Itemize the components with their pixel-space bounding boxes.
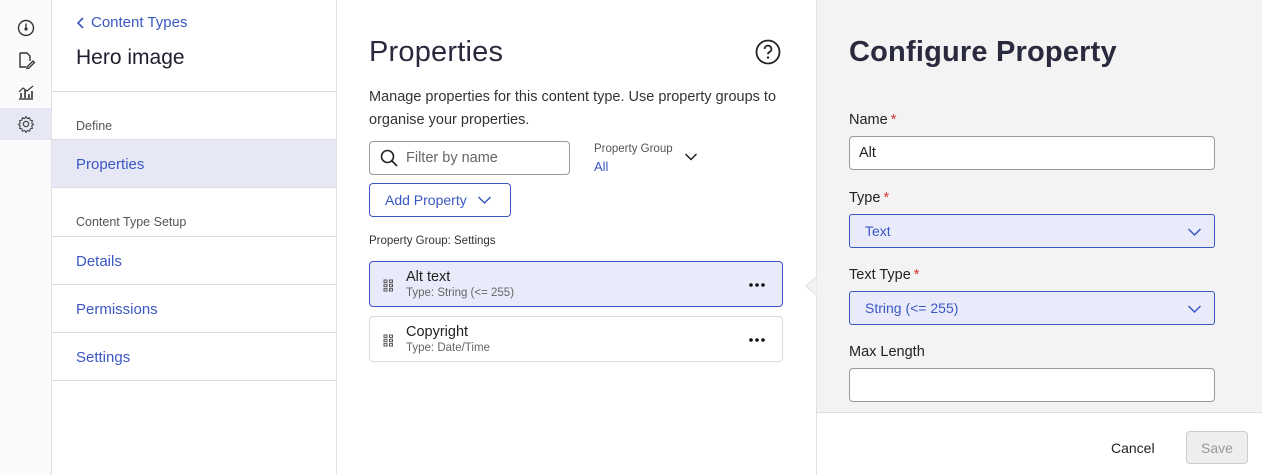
nav-item-properties[interactable]: Properties [52,140,336,188]
analytics-icon [18,85,33,100]
cancel-button[interactable]: Cancel [1111,440,1155,456]
filter-box[interactable] [369,141,570,175]
type-select[interactable]: Text [849,214,1215,248]
help-icon[interactable] [755,39,781,65]
selection-pointer [805,276,817,296]
property-name: Copyright [406,324,469,340]
page-title: Properties [369,36,504,68]
type-label: Type * [849,190,890,206]
content-button[interactable] [0,44,51,76]
property-type: Type: String (<= 255) [406,287,515,299]
content-type-nav: Content Types Hero image Define Properti… [52,0,337,475]
breadcrumb-back-link[interactable]: Content Types [76,14,187,31]
divider [52,380,337,381]
property-name: Alt text [406,269,451,285]
property-card-copyright[interactable]: Copyright Type: Date/Time [369,316,783,362]
property-group-heading: Property Group: Settings [369,235,496,247]
configure-title: Configure Property [849,36,1117,68]
property-group-value[interactable]: All [594,159,608,174]
settings-button[interactable] [0,108,51,140]
add-property-label: Add Property [385,192,467,208]
chevron-down-icon [477,196,491,205]
property-card-alt-text[interactable]: Alt text Type: String (<= 255) [369,261,783,307]
required-marker: * [913,267,920,283]
dashboard-button[interactable] [0,12,51,44]
chevron-down-icon [1187,305,1202,314]
panel-footer: Cancel Save [817,412,1262,475]
nav-item-permissions[interactable]: Permissions [52,285,336,333]
required-marker: * [890,112,897,128]
chevron-left-icon [76,16,84,29]
text-type-label: Text Type * [849,267,920,283]
icon-rail [0,0,52,475]
properties-description: Manage properties for this content type.… [369,89,777,128]
save-button[interactable]: Save [1186,431,1248,464]
text-type-select[interactable]: String (<= 255) [849,291,1215,325]
settings-gear-icon [17,115,34,133]
more-options-icon[interactable] [749,338,765,342]
content-edit-icon [18,52,35,69]
content-type-title: Hero image [76,46,185,69]
search-icon [380,149,398,167]
max-length-label: Max Length [849,344,925,360]
drag-handle-icon[interactable] [383,279,394,292]
required-marker: * [883,190,890,206]
property-type: Type: Date/Time [406,342,490,354]
properties-panel: Properties Manage properties for this co… [338,0,816,475]
nav-item-settings[interactable]: Settings [52,333,336,381]
divider [52,91,337,92]
chevron-down-icon[interactable] [684,152,698,162]
divider [52,187,337,188]
section-setup-heading: Content Type Setup [76,215,187,229]
dashboard-icon [17,19,34,37]
drag-handle-icon[interactable] [383,334,394,347]
filter-input[interactable] [406,150,556,166]
more-options-icon[interactable] [749,283,765,287]
nav-item-details[interactable]: Details [52,237,336,285]
analytics-button[interactable] [0,76,51,108]
add-property-button[interactable]: Add Property [369,183,511,217]
configure-property-panel: Configure Property Name* Type* Text Text… [816,0,1262,475]
name-label: Name * [849,112,897,128]
chevron-down-icon [1187,228,1202,237]
name-field[interactable] [849,136,1215,170]
text-type-select-value: String (<= 255) [865,300,959,316]
section-define-heading: Define [76,119,113,133]
breadcrumb-label: Content Types [91,14,188,31]
max-length-field[interactable] [849,368,1215,402]
property-group-label: Property Group [594,143,673,155]
type-select-value: Text [865,223,891,239]
